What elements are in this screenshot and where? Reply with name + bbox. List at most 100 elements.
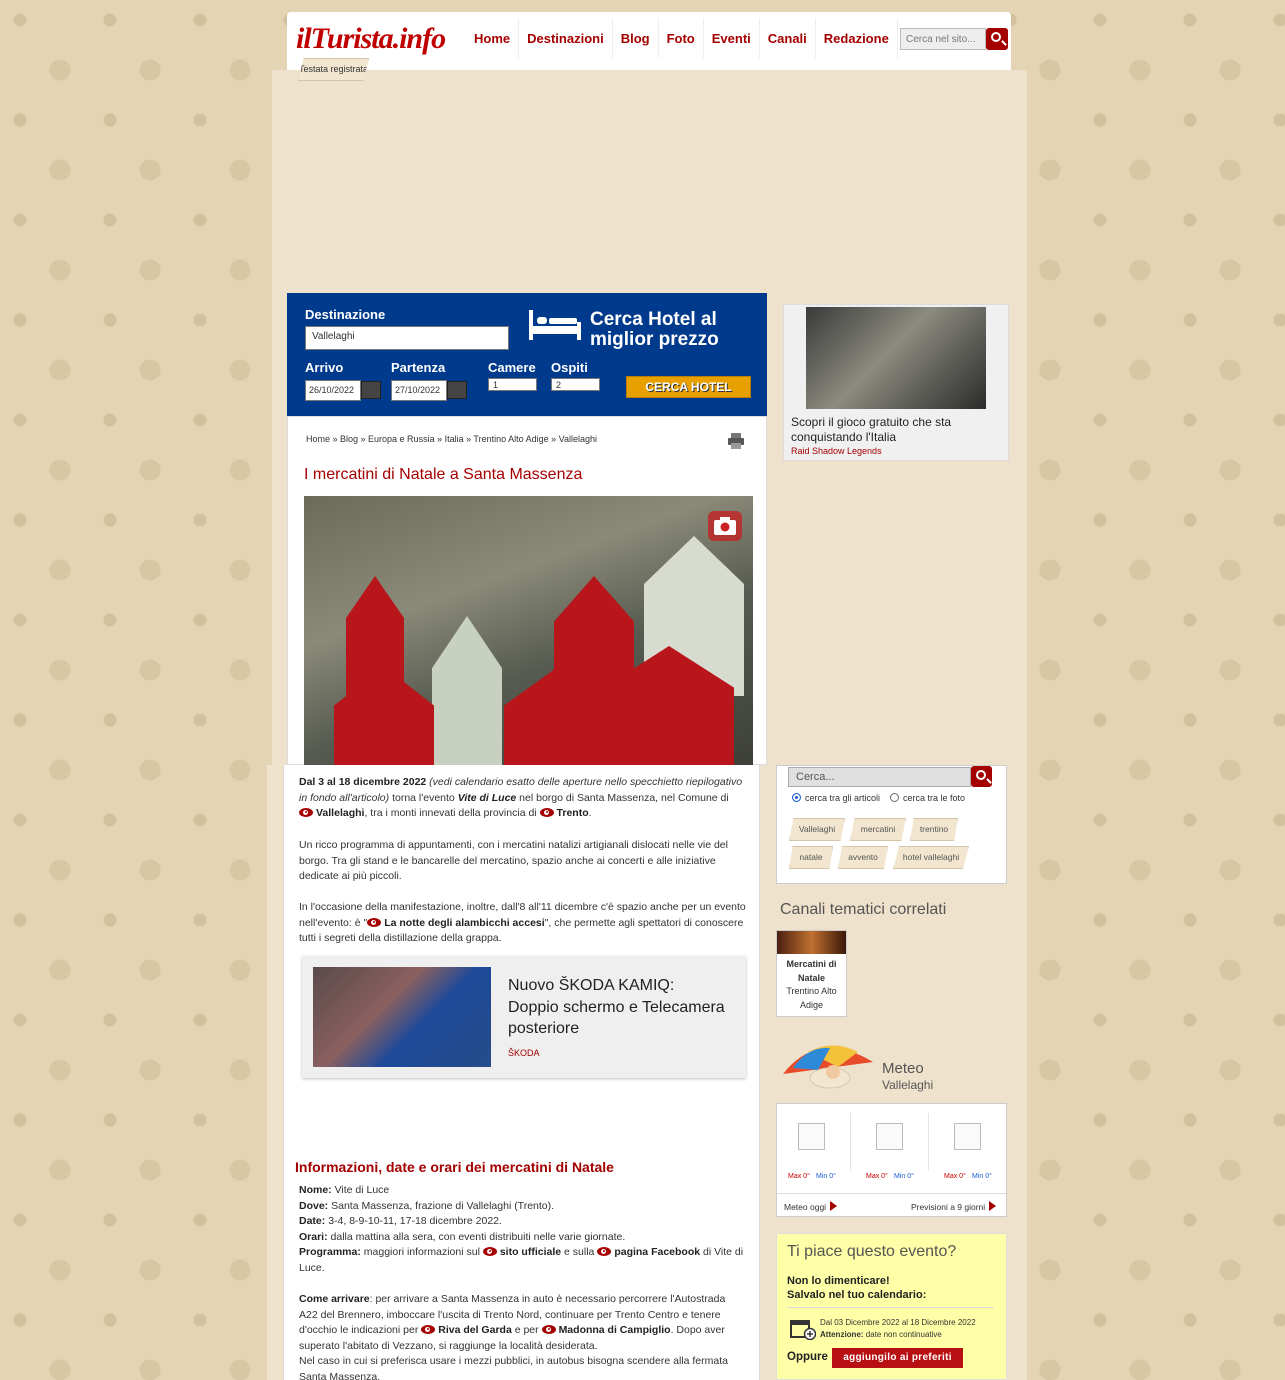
camera-icon[interactable] <box>708 511 742 541</box>
eye-icon <box>299 808 313 817</box>
radio-articles[interactable]: cerca tra gli articoli <box>792 793 880 803</box>
value: 3-4, 8-9-10-11, 17-18 dicembre 2022. <box>328 1215 502 1227</box>
departure-calendar-icon[interactable] <box>447 381 467 399</box>
tag-vallelaghi[interactable]: Vallelaghi <box>789 818 845 841</box>
tag-trentino[interactable]: trentino <box>910 818 958 841</box>
link-vallelaghi[interactable]: Vallelaghi <box>299 807 364 819</box>
value: e sulla <box>564 1246 595 1258</box>
tag-mercatini[interactable]: mercatini <box>850 818 906 841</box>
sidebar-search-button[interactable] <box>971 766 992 787</box>
arrow-right-icon <box>830 1201 838 1211</box>
search-hotel-button[interactable]: CERCA HOTEL <box>626 376 751 398</box>
day1-min: Min 0° <box>816 1173 836 1180</box>
nav-blog[interactable]: Blog <box>613 18 659 58</box>
radio-photos[interactable]: cerca tra le foto <box>890 793 965 803</box>
article-paragraph-1: Dal 3 al 18 dicembre 2022 (vedi calendar… <box>299 775 746 822</box>
text: date non continuative <box>865 1330 942 1339</box>
destination-input[interactable]: Vallelaghi <box>305 326 509 350</box>
breadcrumb[interactable]: Home » Blog » Europa e Russia » Italia »… <box>306 434 597 444</box>
event-dates: Dal 3 al 18 dicembre 2022 <box>299 776 427 788</box>
arrow-right-icon <box>989 1201 997 1211</box>
eye-icon <box>367 917 382 927</box>
ad-card-title[interactable]: Nuovo ŠKODA KAMIQ: Doppio schermo e Tele… <box>508 975 728 1040</box>
save-event-dates[interactable]: Dal 03 Dicembre 2022 al 18 Dicembre 2022… <box>820 1317 976 1341</box>
article-photo[interactable] <box>304 496 753 765</box>
bed-icon <box>529 310 581 340</box>
nav-redazione[interactable]: Redazione <box>816 18 898 58</box>
tag-avvento[interactable]: avvento <box>838 846 888 869</box>
destination-label: Destinazione <box>305 307 386 322</box>
text: Dal 03 Dicembre 2022 al 18 Dicembre 2022 <box>820 1318 976 1327</box>
link-madonna-di-campiglio[interactable]: Madonna di Campiglio <box>541 1324 671 1336</box>
value: maggiori informazioni sul <box>363 1246 480 1258</box>
text: Non lo dimenticare! <box>787 1275 890 1287</box>
nav-foto[interactable]: Foto <box>659 18 704 58</box>
guests-label: Ospiti <box>551 360 588 375</box>
eye-icon <box>539 808 554 817</box>
nav-canali[interactable]: Canali <box>760 18 816 58</box>
canale-label[interactable]: Mercatini di Natale Trentino Alto Adige <box>778 958 845 1012</box>
article-paragraph-3: In l'occasione della manifestazione, ino… <box>299 900 746 947</box>
canali-title: Canali tematici correlati <box>780 901 947 918</box>
link-notte-alambicchi[interactable]: La notte degli alambicchi accesi <box>367 917 545 929</box>
nav-eventi[interactable]: Eventi <box>704 18 760 58</box>
divider <box>777 1193 1006 1194</box>
oppure-label: Oppure <box>787 1351 828 1363</box>
label: Dove: <box>299 1199 329 1212</box>
directions-paragraph: Come arrivare: per arrivare a Santa Mass… <box>299 1292 746 1380</box>
tag-hotel-vallelaghi[interactable]: hotel vallelaghi <box>893 846 969 869</box>
departure-date-input[interactable]: 27/10/2022 <box>391 380 447 401</box>
label: Attenzione: <box>820 1330 864 1339</box>
link-sito-ufficiale[interactable]: sito ufficiale <box>482 1246 561 1258</box>
ad-source[interactable]: Raid Shadow Legends <box>791 446 882 456</box>
link-riva-del-garda[interactable]: Riva del Garda <box>421 1324 512 1336</box>
sidebar-search-input[interactable]: Cerca... <box>788 767 971 787</box>
link-pagina-facebook[interactable]: pagina Facebook <box>597 1246 700 1258</box>
day3-max: Max 0° <box>944 1173 966 1180</box>
print-icon[interactable] <box>727 432 745 450</box>
weather-day3-icon[interactable] <box>954 1123 981 1150</box>
value: Vite di Luce <box>334 1184 390 1196</box>
link-trento[interactable]: Trento <box>539 807 589 819</box>
site-logo[interactable]: ilTurista.info Testata registrata <box>296 18 466 81</box>
radio-unchecked-icon <box>890 793 899 802</box>
decor-house <box>432 616 502 765</box>
arrival-label: Arrivo <box>305 360 344 375</box>
text: Salvalo nel tuo calendario: <box>787 1288 927 1301</box>
arrival-calendar-icon[interactable] <box>361 381 381 399</box>
nav-home[interactable]: Home <box>466 18 520 58</box>
text: e per <box>514 1324 539 1336</box>
save-event-reminder: Non lo dimenticare! Salvalo nel tuo cale… <box>787 1275 926 1302</box>
guests-select[interactable]: 2 <box>551 378 600 391</box>
canale-title: Mercatini di Natale <box>786 959 837 983</box>
day2-max: Max 0° <box>866 1173 888 1180</box>
search-icon <box>976 770 986 780</box>
add-to-calendar-icon[interactable] <box>790 1318 816 1340</box>
label: Come arrivare <box>299 1293 370 1305</box>
arrival-date-input[interactable]: 26/10/2022 <box>305 380 361 401</box>
ad-card-image[interactable] <box>313 967 491 1067</box>
ad-card-brand[interactable]: ŠKODA <box>508 1048 540 1058</box>
ad-text[interactable]: Scopri il gioco gratuito che sta conquis… <box>791 415 1001 445</box>
site-search-button[interactable] <box>986 28 1008 50</box>
add-to-favorites-button[interactable]: aggiungilo ai preferiti <box>832 1348 963 1368</box>
meteo-forecast-link[interactable]: Previsioni a 9 giorni <box>911 1201 997 1212</box>
weather-day1-icon[interactable] <box>798 1123 825 1150</box>
tag-natale[interactable]: natale <box>789 846 833 869</box>
site-search-input[interactable]: Cerca nel sito... <box>900 28 986 50</box>
canale-thumbnail[interactable] <box>777 931 846 954</box>
article-paragraph-2: Un ricco programma di appuntamenti, con … <box>299 839 728 882</box>
meteo-today-link[interactable]: Meteo oggi <box>784 1201 838 1212</box>
hotel-headline: Cerca Hotel al miglior prezzo <box>590 309 719 350</box>
search-icon <box>991 32 1001 42</box>
rooms-select[interactable]: 1 <box>488 378 537 391</box>
label: Nome: <box>299 1184 332 1196</box>
text: torna l'evento <box>392 791 455 804</box>
weather-day2-icon[interactable] <box>876 1123 903 1150</box>
meteo-box <box>776 1103 1007 1217</box>
ad-image[interactable] <box>806 307 986 409</box>
nav-destinazioni[interactable]: Destinazioni <box>519 18 613 58</box>
article-title: I mercatini di Natale a Santa Massenza <box>304 466 583 483</box>
meteo-place: Vallelaghi <box>882 1078 934 1092</box>
info-section-title: Informazioni, date e orari dei mercatini… <box>295 1159 614 1175</box>
